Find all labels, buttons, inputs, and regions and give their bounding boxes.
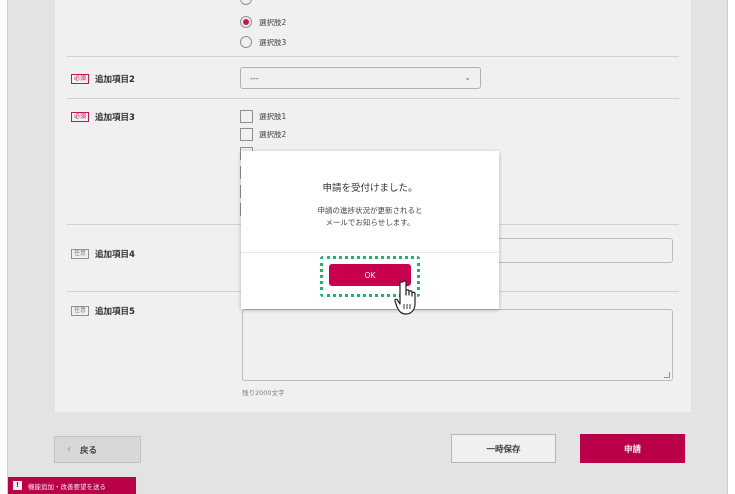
confirmation-dialog: 申請を受付けました。 申請の進捗状況が更新されると メールでお知らせします。 O… (241, 151, 499, 315)
dialog-message-line1: 申請の進捗状況が更新されると (317, 206, 423, 215)
dialog-title: 申請を受付けました。 (322, 183, 418, 194)
hand-pointer-icon (394, 280, 416, 315)
dialog-message: 申請の進捗状況が更新されると メールでお知らせします。 (241, 205, 499, 229)
dialog-divider (241, 252, 499, 253)
app-frame: 選択肢2 選択肢3 必須 追加項目2 --- ⌄ 必須 追加項目3 選択肢1 選… (7, 0, 728, 494)
dialog-message-line2: メールでお知らせします。 (325, 218, 415, 227)
